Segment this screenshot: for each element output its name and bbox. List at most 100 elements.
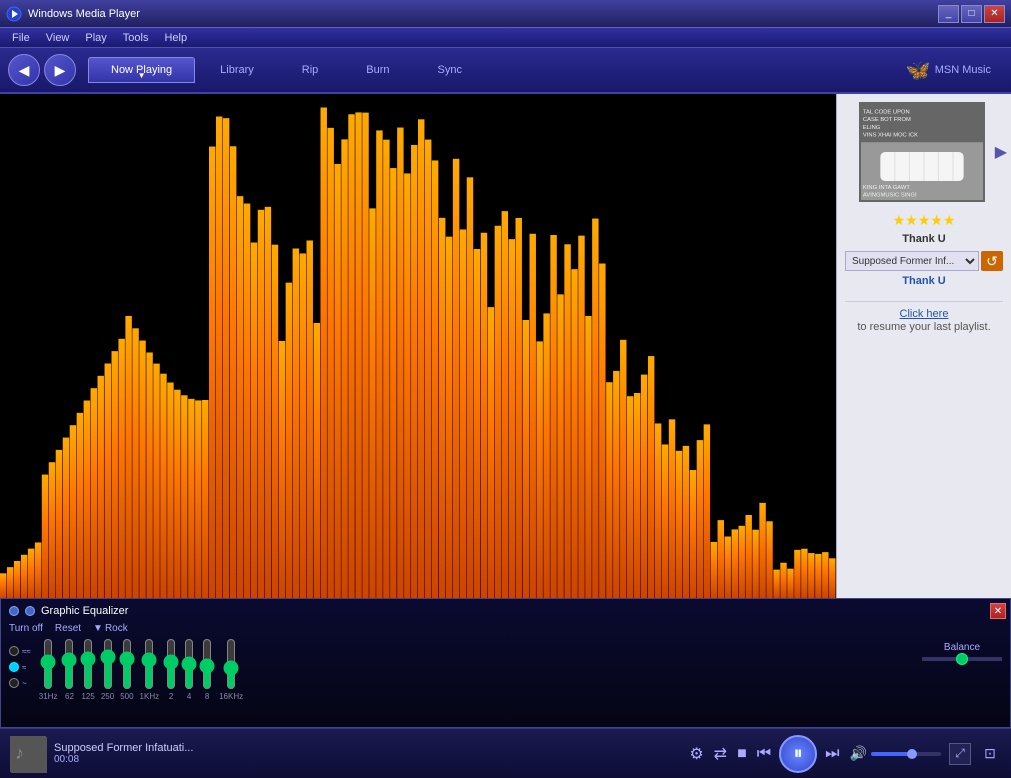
eq-slider-500[interactable]: [121, 638, 133, 690]
resume-link[interactable]: Click here: [900, 308, 949, 320]
tab-now-playing[interactable]: Now Playing ▼: [88, 57, 195, 83]
transport-controls: ⚙ ⇄ ■ ⏮ ⏸ ⏭: [687, 735, 841, 773]
minimize-button[interactable]: _: [938, 5, 959, 23]
back-button[interactable]: ◀: [8, 54, 40, 86]
eq-radio-3[interactable]: [9, 678, 19, 688]
right-panel: TAL CODE UPON CASE BOT FROM ELING VINS X…: [836, 94, 1011, 598]
eq-band-125: 125: [81, 638, 94, 701]
tab-msn-music[interactable]: 🦋 MSN Music: [894, 52, 1003, 89]
eq-band-2: 2: [165, 638, 177, 701]
eq-dot-1: [9, 606, 19, 616]
star-rating[interactable]: ★★★★★: [893, 212, 956, 229]
next-button[interactable]: ⏭: [823, 743, 841, 765]
resume-text: to resume your last playlist.: [857, 320, 990, 335]
resize-button[interactable]: ⊡: [979, 743, 1001, 765]
eq-band-16khz: 16KHz: [219, 638, 243, 701]
tab-sync[interactable]: Sync: [415, 57, 485, 83]
volume-icon[interactable]: 🔊: [850, 745, 867, 762]
eq-radio-2[interactable]: [9, 662, 19, 672]
eq-settings-button[interactable]: ⚙: [687, 742, 705, 766]
eq-radio-row-1: ≈≈: [9, 646, 31, 656]
maximize-button[interactable]: □: [961, 5, 982, 23]
shuffle-button[interactable]: ↺: [981, 251, 1003, 271]
eq-title: Graphic Equalizer: [41, 605, 128, 617]
transport-bar: ♪ Supposed Former Infatuati... 00:08 ⚙ ⇄…: [0, 728, 1011, 778]
svg-text:TAL CODE UPON: TAL CODE UPON: [863, 109, 910, 115]
msn-logo-icon: 🦋: [906, 58, 931, 83]
fullscreen-button[interactable]: ⤢: [949, 743, 971, 765]
preset-arrow: ▼: [93, 623, 103, 634]
transport-track-info: Supposed Former Infatuati... 00:08: [54, 742, 679, 765]
eq-reset-button[interactable]: Reset: [55, 623, 81, 634]
menu-bar: File View Play Tools Help: [0, 28, 1011, 48]
eq-slider-16khz[interactable]: [225, 638, 237, 690]
eq-controls: Turn off Reset ▼ Rock: [9, 623, 1002, 634]
balance-label: Balance: [944, 642, 980, 653]
eq-slider-125[interactable]: [82, 638, 94, 690]
eq-band-8: 8: [201, 638, 213, 701]
previous-button[interactable]: ⏮: [755, 743, 773, 765]
menu-play[interactable]: Play: [77, 32, 114, 44]
playlist-dropdown[interactable]: Supposed Former Inf...: [845, 251, 979, 271]
svg-text:CASE BOT FROM: CASE BOT FROM: [863, 117, 911, 123]
eq-slider-2k[interactable]: [165, 638, 177, 690]
eq-band-31hz: 31Hz: [39, 638, 58, 701]
menu-help[interactable]: Help: [156, 32, 195, 44]
album-art: TAL CODE UPON CASE BOT FROM ELING VINS X…: [859, 102, 985, 202]
volume-slider[interactable]: [871, 752, 941, 756]
track-title-right: Thank U: [902, 233, 945, 245]
eq-band-1khz: 1KHz: [140, 638, 160, 701]
window-controls: _ □ ✕: [938, 5, 1005, 23]
eq-slider-1khz[interactable]: [143, 638, 155, 690]
track-subtitle: Thank U: [902, 275, 945, 287]
balance-area: Balance: [922, 638, 1002, 661]
play-pause-button[interactable]: ⏸: [779, 735, 817, 773]
menu-file[interactable]: File: [4, 32, 38, 44]
nav-bar: ◀ ▶ Now Playing ▼ Library Rip Burn Sync …: [0, 48, 1011, 94]
transport-track-name: Supposed Former Infatuati...: [54, 742, 679, 754]
msn-tab-label: MSN Music: [935, 64, 991, 76]
eq-turnoff-button[interactable]: Turn off: [9, 623, 43, 634]
shuffle-transport-button[interactable]: ⇄: [712, 742, 729, 766]
album-art-container: TAL CODE UPON CASE BOT FROM ELING VINS X…: [859, 102, 989, 202]
stop-button[interactable]: ■: [735, 743, 749, 765]
eq-slider-250[interactable]: [102, 638, 114, 690]
preset-label: Rock: [105, 623, 128, 634]
menu-view[interactable]: View: [38, 32, 78, 44]
title-bar: Windows Media Player _ □ ✕: [0, 0, 1011, 28]
main-area: TAL CODE UPON CASE BOT FROM ELING VINS X…: [0, 94, 1011, 598]
eq-slider-8k[interactable]: [201, 638, 213, 690]
tab-rip[interactable]: Rip: [279, 57, 342, 83]
svg-text:KING INTA GAWT: KING INTA GAWT: [863, 185, 910, 191]
eq-sliders-area: ≈≈ ≈ ~ 31Hz 62 125: [9, 638, 1002, 701]
equalizer-panel: Graphic Equalizer ✕ Turn off Reset ▼ Roc…: [0, 598, 1011, 728]
eq-slider-31hz[interactable]: [42, 638, 54, 690]
expand-icon[interactable]: ▶: [995, 142, 1007, 162]
eq-header: Graphic Equalizer ✕: [9, 605, 1002, 617]
eq-band-500: 500: [120, 638, 133, 701]
eq-slider-62[interactable]: [63, 638, 75, 690]
visualizer: [0, 94, 836, 598]
svg-text:AVINGMUSIC SINGI: AVINGMUSIC SINGI: [863, 193, 917, 199]
eq-band-62: 62: [63, 638, 75, 701]
balance-slider[interactable]: [922, 657, 1002, 661]
eq-slider-4k[interactable]: [183, 638, 195, 690]
eq-close-button[interactable]: ✕: [990, 603, 1006, 619]
close-button[interactable]: ✕: [984, 5, 1005, 23]
svg-text:♪: ♪: [15, 743, 24, 763]
tab-burn[interactable]: Burn: [343, 57, 412, 83]
playlist-selector: Supposed Former Inf... ↺: [845, 251, 1003, 271]
eq-radio-column: ≈≈ ≈ ~: [9, 638, 31, 688]
eq-band-4: 4: [183, 638, 195, 701]
tab-library[interactable]: Library: [197, 57, 277, 83]
eq-preset-selector[interactable]: ▼ Rock: [93, 623, 128, 634]
eq-radio-row-2: ≈: [9, 662, 31, 672]
menu-tools[interactable]: Tools: [115, 32, 157, 44]
eq-radio-row-3: ~: [9, 678, 31, 688]
eq-radio-1[interactable]: [9, 646, 19, 656]
eq-dot-2: [25, 606, 35, 616]
volume-area: 🔊: [850, 745, 941, 762]
eq-band-250: 250: [101, 638, 114, 701]
forward-button[interactable]: ▶: [44, 54, 76, 86]
eq-sliders: 31Hz 62 125 250 500 1KHz: [39, 638, 906, 701]
